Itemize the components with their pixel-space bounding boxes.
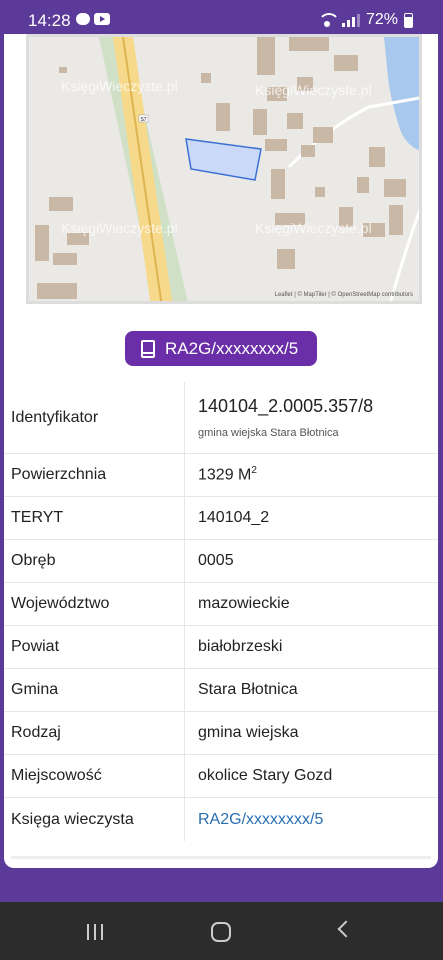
table-row: Identyfikator 140104_2.0005.357/8 gmina … bbox=[4, 382, 438, 454]
parcel-details-table: Identyfikator 140104_2.0005.357/8 gmina … bbox=[4, 382, 438, 841]
row-label: Miejscowość bbox=[4, 755, 185, 797]
recents-icon[interactable] bbox=[87, 924, 103, 940]
svg-text:KsięgiWieczyste.pl: KsięgiWieczyste.pl bbox=[255, 82, 372, 98]
row-value: białobrzeski bbox=[198, 638, 283, 655]
row-label: Województwo bbox=[4, 583, 185, 625]
map-view[interactable]: S7 KsięgiWieczyste.pl KsięgiWieczyste.pl… bbox=[26, 34, 422, 304]
svg-text:KsięgiWieczyste.pl: KsięgiWieczyste.pl bbox=[61, 78, 178, 94]
table-row: Powiat białobrzeski bbox=[4, 626, 438, 669]
table-row: Gmina Stara Błotnica bbox=[4, 669, 438, 712]
youtube-icon bbox=[94, 13, 110, 25]
chat-icon bbox=[76, 13, 90, 25]
row-label: Obręb bbox=[4, 540, 185, 582]
back-icon[interactable] bbox=[337, 920, 355, 938]
row-label: Identyfikator bbox=[4, 382, 185, 453]
table-row: Księga wieczysta RA2G/xxxxxxxx/5 bbox=[4, 798, 438, 841]
row-label: Księga wieczysta bbox=[4, 798, 185, 841]
table-row: Województwo mazowieckie bbox=[4, 583, 438, 626]
row-label: Gmina bbox=[4, 669, 185, 711]
row-label: Powierzchnia bbox=[4, 454, 185, 496]
android-nav-bar bbox=[0, 902, 443, 960]
map-canvas[interactable]: S7 KsięgiWieczyste.pl KsięgiWieczyste.pl… bbox=[29, 37, 422, 304]
land-register-button-label: RA2G/xxxxxxxx/5 bbox=[165, 338, 299, 358]
table-row: Obręb 0005 bbox=[4, 540, 438, 583]
area-value: 1329 M2 bbox=[198, 465, 257, 484]
row-label: Rodzaj bbox=[4, 712, 185, 754]
notification-icons bbox=[76, 13, 110, 25]
parcel-gmina-sub: gmina wiejska Stara Błotnica bbox=[198, 427, 339, 439]
status-right: 72% bbox=[317, 11, 413, 29]
row-value: 0005 bbox=[198, 552, 234, 569]
row-value: 1329 M2 bbox=[185, 454, 257, 496]
row-value: 140104_2 bbox=[198, 509, 270, 526]
parcel-card: S7 KsięgiWieczyste.pl KsięgiWieczyste.pl… bbox=[4, 34, 438, 868]
road-label: S7 bbox=[140, 117, 146, 123]
map-attribution[interactable]: Leaflet | © MapTiler | © OpenStreetMap c… bbox=[275, 292, 413, 298]
row-value: okolice Stary Gozd bbox=[198, 767, 333, 784]
row-value: mazowieckie bbox=[198, 595, 290, 612]
battery-icon bbox=[404, 12, 413, 28]
home-icon[interactable] bbox=[211, 922, 231, 942]
signal-icon bbox=[341, 13, 360, 27]
book-icon bbox=[141, 339, 155, 358]
land-register-link[interactable]: RA2G/xxxxxxxx/5 bbox=[198, 811, 323, 829]
svg-text:KsięgiWieczyste.pl: KsięgiWieczyste.pl bbox=[255, 220, 372, 236]
battery-percent: 72% bbox=[365, 11, 398, 28]
table-row: Rodzaj gmina wiejska bbox=[4, 712, 438, 755]
table-row: Miejscowość okolice Stary Gozd bbox=[4, 755, 438, 798]
row-label: TERYT bbox=[4, 497, 185, 539]
table-row: TERYT 140104_2 bbox=[4, 497, 438, 540]
wifi-icon bbox=[317, 13, 340, 27]
table-row: Powierzchnia 1329 M2 bbox=[4, 454, 438, 497]
row-value: Stara Błotnica bbox=[198, 681, 298, 698]
status-time: 14:28 bbox=[28, 11, 71, 30]
land-register-button[interactable]: RA2G/xxxxxxxx/5 bbox=[125, 331, 317, 366]
parcel-polygon[interactable] bbox=[185, 138, 262, 181]
status-bar: 14:28 72% bbox=[0, 0, 443, 34]
row-value: 140104_2.0005.357/8 gmina wiejska Stara … bbox=[185, 382, 373, 453]
row-label: Powiat bbox=[4, 626, 185, 668]
svg-text:KsięgiWieczyste.pl: KsięgiWieczyste.pl bbox=[61, 220, 178, 236]
lake bbox=[384, 37, 419, 151]
row-value: gmina wiejska bbox=[198, 724, 299, 741]
row-value: RA2G/xxxxxxxx/5 bbox=[185, 798, 323, 841]
divider bbox=[11, 856, 431, 859]
parcel-id: 140104_2.0005.357/8 bbox=[198, 396, 374, 416]
